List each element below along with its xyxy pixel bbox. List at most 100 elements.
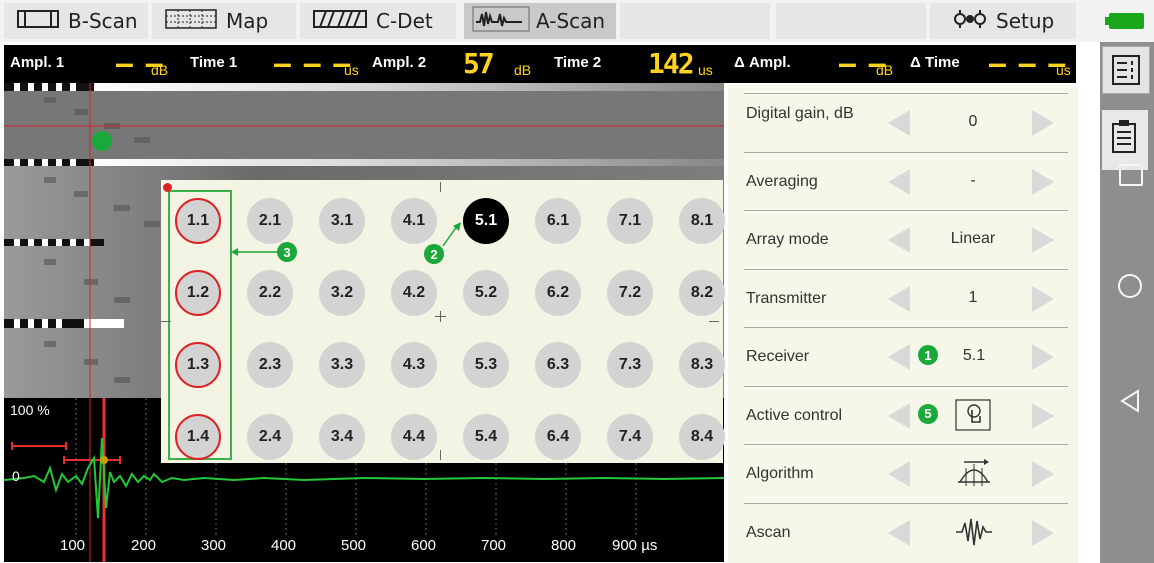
decrease-arrow-icon[interactable] [888,519,910,546]
decrease-arrow-icon[interactable] [888,285,910,312]
bscan-icon [16,8,62,35]
increase-arrow-icon[interactable] [1032,519,1054,546]
clipboard-icon [1112,120,1136,153]
setting-value: 1 [968,288,978,306]
algorithm-icon [954,456,994,494]
element-button[interactable]: 3.3 [319,342,365,388]
element-button[interactable]: 2.1 [247,198,293,244]
setting-row-receiver[interactable]: Receiver 5.1 1 [728,327,1078,385]
element-button[interactable]: 1.3 [175,342,221,388]
increase-arrow-icon[interactable] [1032,168,1054,195]
increase-arrow-icon[interactable] [1032,344,1054,370]
time1-value: – – – [274,47,350,80]
center-cross [440,311,441,322]
element-button[interactable]: 2.4 [247,414,293,460]
list-view-button[interactable] [1102,46,1150,94]
element-button[interactable]: 5.4 [463,414,509,460]
row-divider [744,268,1068,270]
decrease-arrow-icon[interactable] [888,344,910,370]
setting-row-array-mode[interactable]: Array mode Linear [728,210,1078,268]
setting-label: Averaging [746,172,818,190]
measurement-bar: Ampl. 1 – – dB Time 1 – – – us Ampl. 2 5… [4,45,1076,83]
element-button[interactable]: 5.1 [463,198,509,244]
element-button[interactable]: 3.1 [319,198,365,244]
row-divider [744,385,1068,387]
setting-row-averaging[interactable]: Averaging - [728,151,1078,210]
delta-time-unit: us [1056,62,1071,78]
element-button[interactable]: 5.3 [463,342,509,388]
setting-label: Array mode [746,231,829,248]
element-button[interactable]: 8.3 [679,342,725,388]
element-grid-popup: 1.1 1.2 1.3 1.4 2.1 2.2 2.3 2.4 3.1 3.2 3.3 3.4 4.1 4… [161,180,725,463]
callout-badge-5: 5 [918,403,938,424]
element-button[interactable]: 6.4 [535,414,581,460]
map-grid-icon [164,8,220,35]
element-button[interactable]: 1.2 [175,270,221,316]
recents-nav-icon[interactable] [1119,164,1143,186]
increase-arrow-icon[interactable] [1032,285,1054,312]
setting-row-active-control[interactable]: Active control 5 [728,385,1078,444]
setting-value: 0 [968,113,978,130]
row-divider [744,210,1068,211]
touch-ascan-icon [954,398,994,436]
element-button[interactable]: 7.1 [607,198,653,244]
decrease-arrow-icon[interactable] [888,168,910,195]
tab-setup[interactable]: Setup [930,3,1076,39]
element-button[interactable]: 8.4 [679,414,725,460]
axis-tick: 700 [481,537,507,554]
element-button[interactable]: 6.3 [535,342,581,388]
tab-empty-2[interactable] [776,3,926,39]
element-button[interactable]: 1.1 [175,198,221,244]
element-button[interactable]: 6.2 [535,270,581,316]
setting-label: Algorithm [746,465,814,482]
element-button[interactable]: 6.1 [535,198,581,244]
delta-time-label: Δ Time [910,54,960,71]
callout-badge-3: 3 [277,242,297,262]
ampl1-unit: dB [151,62,169,78]
element-button[interactable]: 2.3 [247,342,293,388]
tab-cdet[interactable]: C-Det [300,3,456,39]
axis-tick: 300 [201,537,227,554]
element-button[interactable]: 7.2 [607,270,653,316]
tab-empty-1[interactable] [620,3,770,39]
home-nav-icon[interactable] [1118,274,1142,298]
decrease-arrow-icon[interactable] [888,402,910,429]
element-button[interactable]: 8.1 [679,198,725,244]
element-button[interactable]: 4.3 [391,342,437,388]
report-button[interactable] [1102,110,1148,170]
element-button[interactable]: 4.1 [391,198,437,244]
cursor-marker[interactable] [92,131,112,151]
element-button[interactable]: 4.4 [391,414,437,460]
time1-unit: us [344,62,359,78]
setting-row-transmitter[interactable]: Transmitter 1 [728,268,1078,327]
setting-label: Ascan [746,523,791,541]
decrease-arrow-icon[interactable] [888,461,910,487]
time1-label: Time 1 [190,54,238,71]
element-button[interactable]: 1.4 [175,414,221,460]
center-tick-left [161,321,171,322]
increase-arrow-icon[interactable] [1032,110,1054,136]
element-button[interactable]: 5.2 [463,270,509,316]
decrease-arrow-icon[interactable] [888,110,910,136]
element-button[interactable]: 7.4 [607,414,653,460]
increase-arrow-icon[interactable] [1032,402,1054,429]
element-button[interactable]: 7.3 [607,342,653,388]
increase-arrow-icon[interactable] [1032,461,1054,487]
element-button[interactable]: 3.2 [319,270,365,316]
element-button[interactable]: 4.2 [391,270,437,316]
decrease-arrow-icon[interactable] [888,227,910,253]
tab-map[interactable]: Map [152,3,296,39]
row-divider [744,151,1068,153]
tab-bscan[interactable]: B-Scan [4,3,148,39]
setting-value: Linear [950,230,996,247]
tab-ascan[interactable]: A-Scan [464,3,616,39]
element-button[interactable]: 8.2 [679,270,725,316]
element-button[interactable]: 3.4 [319,414,365,460]
element-button[interactable]: 2.2 [247,270,293,316]
ascan-percent-label: 100 % [10,402,50,418]
setting-row-algorithm[interactable]: Algorithm [728,444,1078,502]
setting-row-ascan[interactable]: Ascan [728,502,1078,561]
increase-arrow-icon[interactable] [1032,227,1054,253]
setting-row-digital-gain-db[interactable]: Digital gain, dB 0 [728,93,1078,151]
back-nav-icon[interactable] [1118,388,1142,418]
